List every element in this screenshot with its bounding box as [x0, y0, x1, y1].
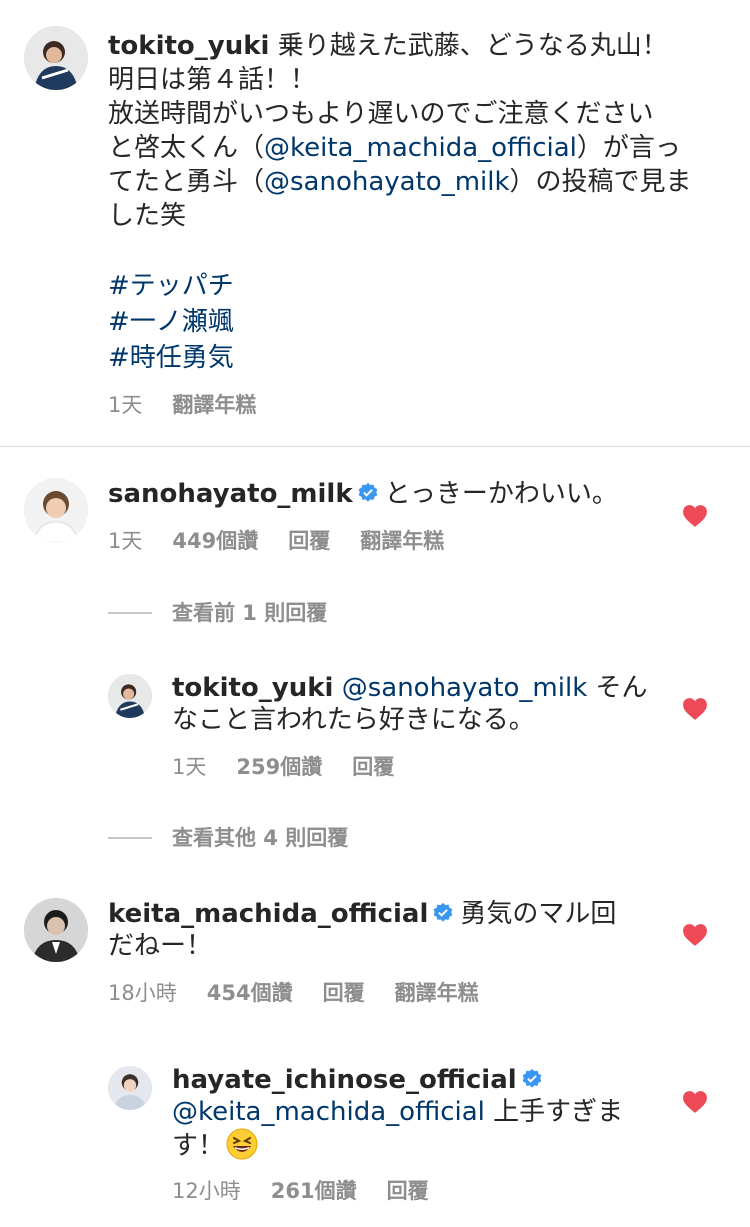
reply-button[interactable]: 回覆 [288, 529, 330, 553]
avatar-image [108, 674, 152, 718]
reply-button[interactable]: 回覆 [323, 981, 365, 1005]
reply-text: 上手すぎま [484, 1097, 624, 1127]
mention-link[interactable]: @sanohayato_milk [342, 673, 588, 703]
grinning-squinting-face-icon [226, 1128, 258, 1160]
avatar-image [108, 1066, 152, 1110]
reply-time: 1天 [172, 755, 207, 779]
reply-button[interactable]: 回覆 [387, 1179, 429, 1203]
reply-button[interactable]: 回覆 [352, 755, 394, 779]
avatar-hayate-ichinose-official[interactable] [108, 1066, 152, 1110]
avatar-sanohayato-milk[interactable] [24, 478, 88, 542]
heart-icon[interactable] [682, 923, 708, 947]
heart-icon[interactable] [682, 1090, 708, 1114]
caption-text: 乗り越えた武藤、どうなる丸山！ [269, 31, 668, 61]
comment-2-line-2: だねー！ [108, 931, 213, 961]
replies-divider [108, 612, 152, 614]
avatar-keita-machida-official[interactable] [24, 898, 88, 962]
mention-link[interactable]: @keita_machida_official [172, 1097, 485, 1127]
reply-username[interactable]: tokito_yuki [172, 673, 333, 703]
comment-time: 18小時 [108, 981, 177, 1005]
replies-divider [108, 837, 152, 839]
likes-count[interactable]: 259個讚 [236, 755, 322, 779]
reply-2-line-3: す！ [172, 1128, 258, 1162]
comment-time: 1天 [108, 529, 143, 553]
reply-text: す！ [172, 1131, 225, 1161]
avatar-image [24, 26, 88, 90]
avatar-image [24, 478, 88, 542]
avatar-image [24, 898, 88, 962]
caption-text: てたと勇斗（ [108, 167, 265, 197]
comment-text: 勇気のマル回 [460, 899, 617, 929]
translate-button[interactable]: 翻譯年糕 [360, 529, 444, 553]
view-other-replies[interactable]: 查看其他 4 則回覆 [172, 825, 348, 851]
hashtag-link[interactable]: #テッパチ [108, 270, 234, 302]
likes-count[interactable]: 449個讚 [172, 529, 258, 553]
reply-2-meta: 12小時 261個讚 回覆 [172, 1178, 459, 1204]
translate-button[interactable]: 翻譯年糕 [395, 981, 479, 1005]
verified-badge-icon [358, 482, 377, 502]
likes-count[interactable]: 261個讚 [271, 1179, 357, 1203]
caption-line-4: と啓太くん（@keita_machida_official）が言っ [108, 132, 681, 164]
verified-badge-icon [522, 1068, 542, 1088]
avatar-tokito-yuki[interactable] [108, 674, 152, 718]
comment-1-line: sanohayato_milk とっきーかわいい。 [108, 478, 618, 510]
comment-text: とっきーかわいい。 [384, 479, 618, 509]
caption-line-5: てたと勇斗（@sanohayato_milk）の投稿で見ま [108, 166, 692, 198]
reply-username[interactable]: hayate_ichinose_official [172, 1065, 517, 1095]
hashtag-link[interactable]: #時任勇気 [108, 342, 234, 374]
reply-1-line-1: tokito_yuki @sanohayato_milk そん [172, 672, 648, 704]
comment-1-meta: 1天 449個讚 回覆 翻譯年糕 [108, 528, 474, 554]
caption-time: 1天 [108, 393, 143, 417]
caption-line-2: 明日は第４話！！ [108, 65, 317, 95]
reply-2-line-2: @keita_machida_official 上手すぎま [172, 1096, 623, 1128]
view-previous-replies[interactable]: 查看前 1 則回覆 [172, 600, 327, 626]
reply-text: そん [587, 673, 648, 703]
reply-1-meta: 1天 259個讚 回覆 [172, 754, 424, 780]
caption-meta: 1天 翻譯年糕 [108, 392, 286, 418]
comment-username[interactable]: sanohayato_milk [108, 479, 353, 509]
divider [0, 446, 750, 447]
avatar-tokito-yuki[interactable] [24, 26, 88, 90]
caption-text: ）が言っ [576, 133, 681, 163]
mention-link[interactable]: @sanohayato_milk [264, 167, 510, 197]
comment-2-line-1: keita_machida_official 勇気のマル回 [108, 898, 616, 930]
translate-button[interactable]: 翻譯年糕 [172, 393, 256, 417]
verified-badge-icon [434, 902, 453, 922]
caption-text: と啓太くん（ [108, 133, 265, 163]
hashtag-link[interactable]: #一ノ瀬颯 [108, 306, 234, 338]
caption-line-3: 放送時間がいつもより遅いのでご注意ください [108, 99, 654, 129]
likes-count[interactable]: 454個讚 [207, 981, 293, 1005]
reply-2-line-1: hayate_ichinose_official [172, 1064, 549, 1096]
reply-1-line-2: なこと言われたら好きになる。 [172, 705, 535, 735]
caption-text: ）の投稿で見ま [509, 167, 692, 197]
comment-2-meta: 18小時 454個讚 回覆 翻譯年糕 [108, 980, 509, 1006]
caption-line-1: tokito_yuki 乗り越えた武藤、どうなる丸山！ [108, 30, 668, 62]
heart-icon[interactable] [682, 697, 708, 721]
caption-username[interactable]: tokito_yuki [108, 31, 269, 61]
reply-time: 12小時 [172, 1179, 241, 1203]
mention-link[interactable]: @keita_machida_official [264, 133, 577, 163]
comment-username[interactable]: keita_machida_official [108, 899, 428, 929]
caption-line-6: した笑 [108, 201, 187, 231]
heart-icon[interactable] [682, 504, 708, 528]
